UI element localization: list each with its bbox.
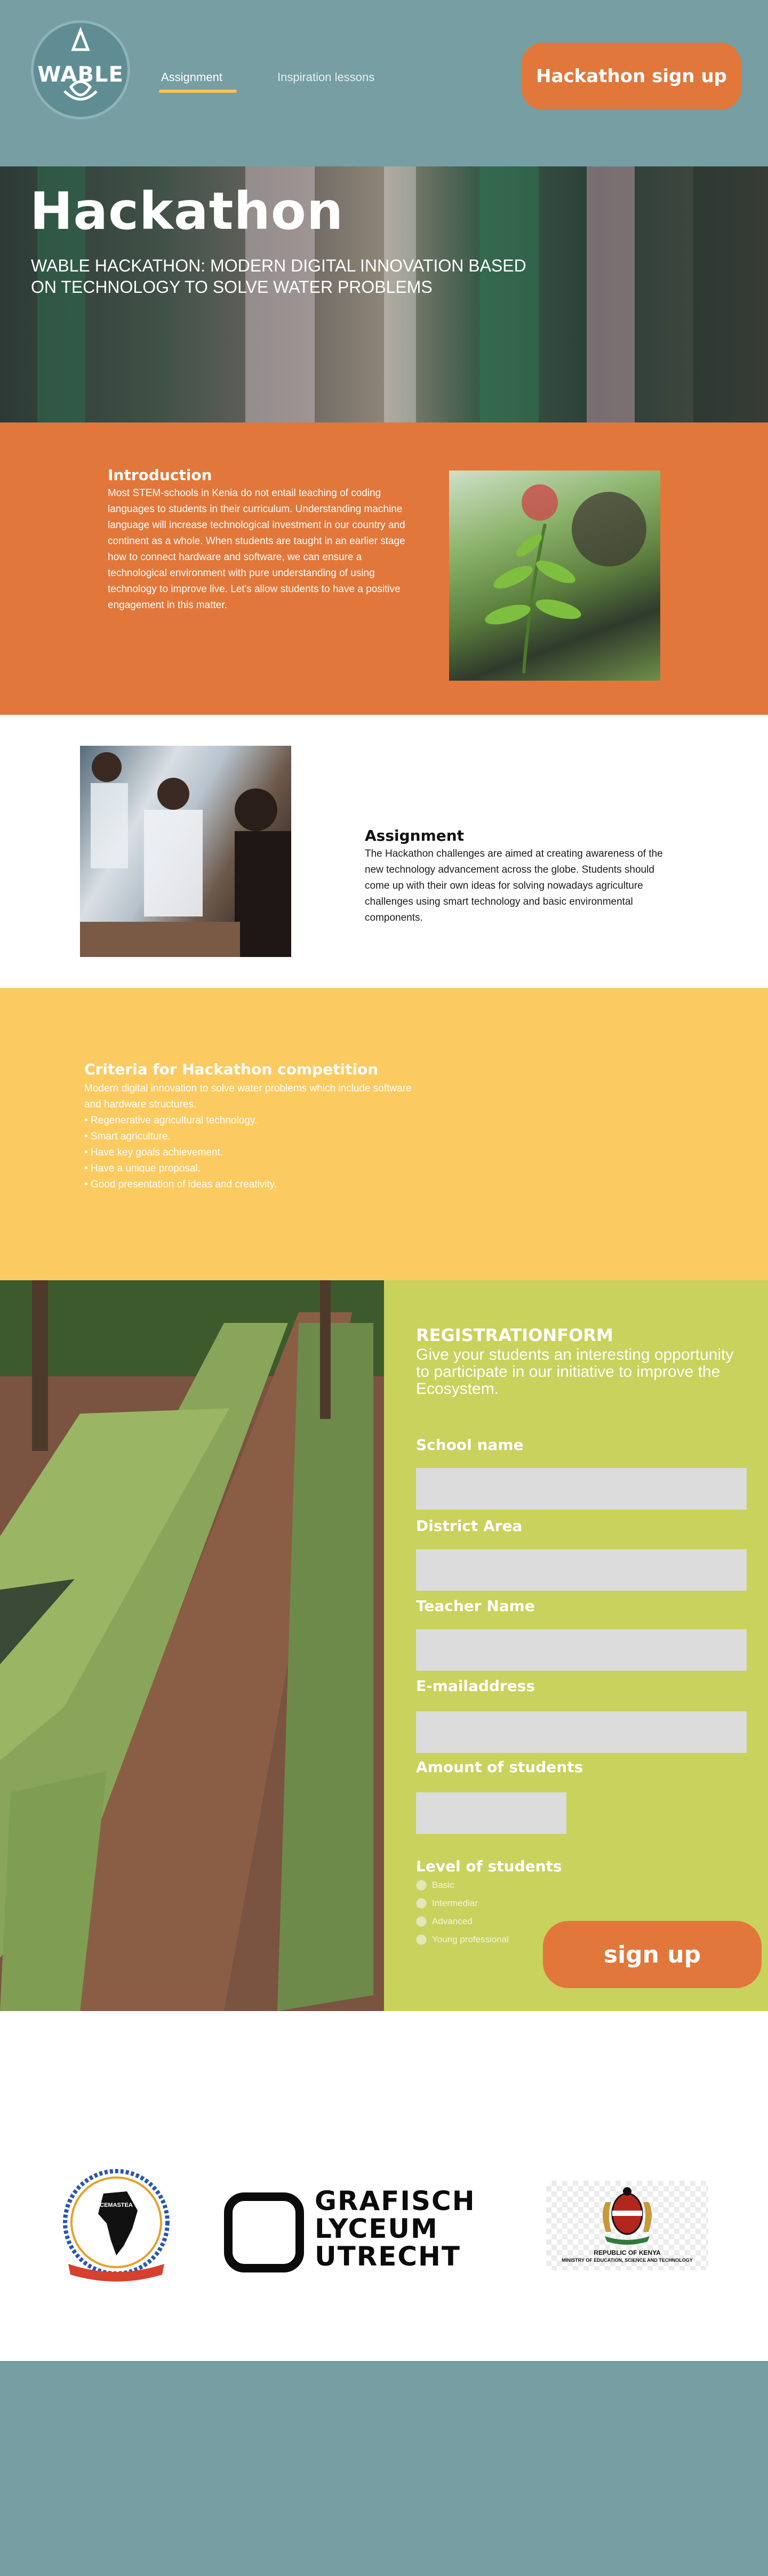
district-area-field[interactable] [416,1549,747,1591]
grafisch-line: LYCEUM [315,2213,438,2244]
amount-students-label: Amount of students [416,1758,583,1776]
criteria-line: • Good presentation of ideas and creativ… [84,1179,277,1190]
kenya-caption-ministry: MINISTRY OF EDUCATION, SCIENCE AND TECHN… [562,2258,693,2263]
criteria-line: • Have a unique proposal. [84,1163,201,1174]
criteria-line: and hardware structures. [84,1099,197,1110]
site-header: WABLE Assignment Inspiration lessons Hac… [0,0,768,166]
grafisch-lyceum-logo[interactable]: GRAFISCH LYCEUM UTRECHT [224,2187,501,2272]
plant-photo [449,470,660,681]
page-subtitle: WABLE HACKATHON: MODERN DIGITAL INNOVATI… [31,256,526,297]
assignment-text: The Hackathon challenges are aimed at cr… [365,848,663,923]
district-area-label: District Area [416,1517,523,1535]
level-option-label: Advanced [432,1916,473,1926]
introduction-heading: Introduction [108,466,212,484]
signup-button[interactable]: sign up [543,1921,762,1988]
nav-assignment[interactable]: Assignment [161,70,222,84]
criteria-line: • Regenerative agricultural technology. [84,1115,258,1126]
level-option-advanced[interactable]: Advanced [416,1916,473,1927]
email-label: E-mailaddress [416,1677,535,1695]
teacher-name-label: Teacher Name [416,1597,535,1615]
wable-logo[interactable]: WABLE [31,20,130,119]
introduction-section: Introduction Most STEM-schools in Kenia … [0,422,768,715]
kenya-coat-of-arms-icon [603,2187,652,2245]
grafisch-logo-text: GRAFISCH LYCEUM UTRECHT [315,2187,476,2270]
criteria-line: Modern digital innovation to solve water… [84,1083,412,1094]
level-option-label: Basic [432,1880,454,1890]
criteria-list: Modern digital innovation to solve water… [84,1081,479,1193]
level-option-label: Intermediar [432,1898,478,1908]
hero-photo-detail [587,166,635,422]
school-name-label: School name [416,1436,524,1454]
registration-subtitle: Give your students an interesting opport… [416,1346,734,1398]
assignment-section: Assignment The Hackathon challenges are … [0,715,768,988]
amount-students-field[interactable] [416,1792,566,1834]
logo-text: WABLE [37,62,124,87]
registration-heading: REGISTRATIONFORM [416,1325,613,1345]
level-option-basic[interactable]: Basic [416,1880,454,1891]
kenya-ministry-logo[interactable]: REPUBLIC OF KENYA MINISTRY OF EDUCATION,… [546,2181,708,2270]
level-students-label: Level of students [416,1857,562,1875]
registration-section: REGISTRATIONFORM Give your students an i… [0,1280,768,2011]
kenya-caption-title: REPUBLIC OF KENYA [594,2249,661,2256]
site-footer [0,2361,768,2576]
radio-icon[interactable] [416,1898,427,1909]
hero-banner: Hackathon WABLE HACKATHON: MODERN DIGITA… [0,166,768,422]
school-name-field[interactable] [416,1468,747,1510]
nav-inspiration-lessons[interactable]: Inspiration lessons [277,70,374,84]
cemastea-logo[interactable]: CEMASTEA [58,2166,175,2288]
level-option-young-professional[interactable]: Young professional [416,1934,509,1945]
nav-active-indicator [159,90,237,93]
nursery-photo [0,1280,384,2011]
email-field[interactable] [416,1711,747,1753]
teacher-name-field[interactable] [416,1629,747,1671]
grafisch-logo-mark [224,2192,304,2272]
registration-form: REGISTRATIONFORM Give your students an i… [384,1280,768,2011]
criteria-heading: Criteria for Hackathon competition [84,1060,379,1078]
level-option-intermediar[interactable]: Intermediar [416,1898,478,1909]
grafisch-line: GRAFISCH [315,2186,476,2216]
hackathon-signup-button[interactable]: Hackathon sign up [522,43,741,110]
criteria-section: Criteria for Hackathon competition Moder… [0,988,768,1280]
introduction-text: Most STEM-schools in Kenia do not entail… [108,488,405,611]
assignment-heading: Assignment [365,827,465,844]
radio-icon[interactable] [416,1880,427,1891]
level-option-label: Young professional [432,1934,509,1944]
cemastea-text: CEMASTEA [100,2202,133,2208]
criteria-line: • Have key goals achievement. [84,1147,223,1158]
grafisch-line: UTRECHT [315,2241,461,2272]
students-photo [80,746,291,957]
partners-section: CEMASTEA GRAFISCH LYCEUM UTRECHT REPUBLI… [0,2011,768,2361]
radio-icon[interactable] [416,1934,427,1945]
criteria-line: • Smart agriculture. [84,1131,171,1142]
hero-photo-detail [693,166,768,422]
page-title: Hackathon [30,181,344,241]
radio-icon[interactable] [416,1916,427,1927]
